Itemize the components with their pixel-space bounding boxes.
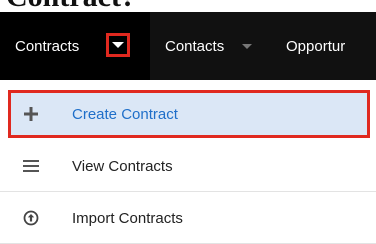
tab-contacts[interactable]: Contacts: [165, 12, 253, 80]
plus-icon: [22, 105, 40, 123]
module-navbar: Contracts Contacts Opportur: [0, 12, 376, 80]
tab-contracts-label: Contracts: [15, 37, 80, 55]
contracts-dropdown-menu: Create Contract View Contracts Import Co…: [0, 80, 376, 244]
chevron-down-icon[interactable]: [242, 43, 253, 49]
tab-contracts[interactable]: Contracts: [0, 12, 150, 80]
contracts-dropdown-toggle[interactable]: [106, 33, 130, 57]
chevron-down-icon: [112, 42, 124, 48]
list-icon: [22, 157, 40, 175]
tab-opportunities[interactable]: Opportur: [286, 12, 345, 80]
screenshot-root: Contract? Contracts Contacts Opportur Cr…: [0, 0, 376, 244]
menu-item-import-contracts[interactable]: Import Contracts: [0, 192, 376, 244]
page-heading: Contract?: [6, 0, 136, 12]
menu-item-create-contract[interactable]: Create Contract: [8, 90, 370, 138]
import-icon: [22, 209, 40, 227]
tab-contacts-label: Contacts: [165, 37, 225, 55]
menu-item-view-contracts[interactable]: View Contracts: [0, 140, 376, 192]
menu-item-label: Create Contract: [72, 105, 178, 123]
tab-opportunities-label: Opportur: [286, 37, 346, 55]
menu-item-label: View Contracts: [72, 157, 173, 175]
menu-item-label: Import Contracts: [72, 209, 183, 227]
